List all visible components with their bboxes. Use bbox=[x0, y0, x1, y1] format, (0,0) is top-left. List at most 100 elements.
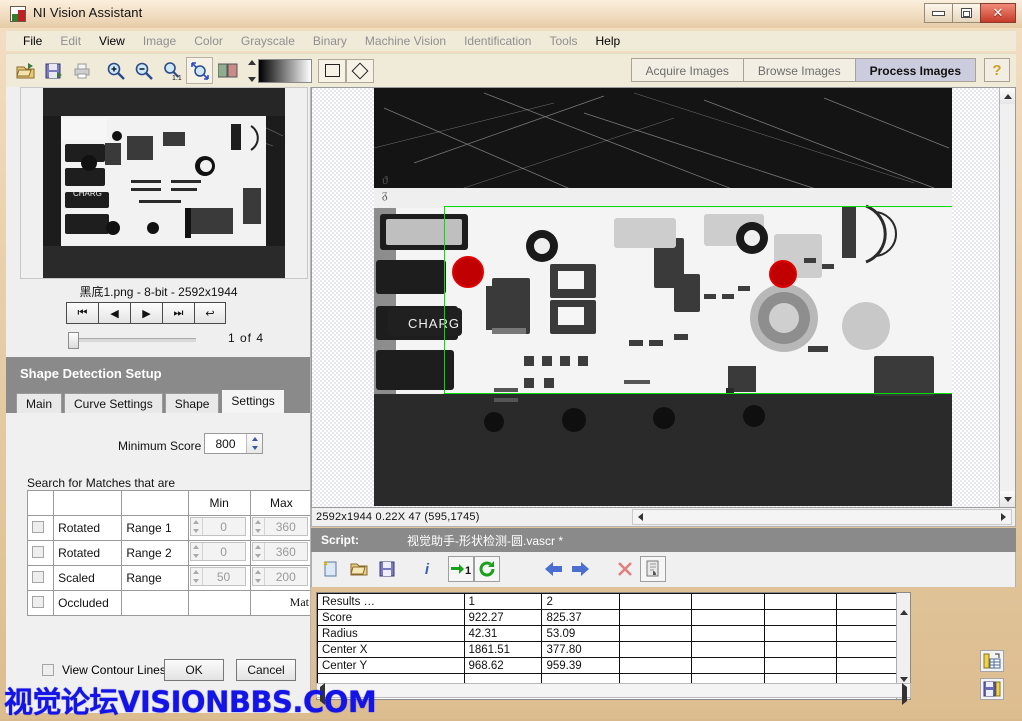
view-contour-row[interactable]: View Contour Lines bbox=[42, 663, 166, 677]
zoom-out-icon[interactable] bbox=[130, 57, 157, 84]
menu-color[interactable]: Color bbox=[185, 32, 232, 50]
minimum-score-stepper[interactable] bbox=[246, 434, 262, 453]
checkbox-icon[interactable] bbox=[32, 570, 44, 583]
zoom-fit-icon[interactable] bbox=[186, 57, 213, 84]
image-position-slider[interactable] bbox=[68, 332, 196, 349]
delete-step-icon[interactable] bbox=[612, 556, 638, 582]
canvas-horizontal-scrollbar[interactable] bbox=[632, 509, 1012, 525]
occluded-checkbox-cell[interactable] bbox=[26, 590, 55, 616]
rotated2-min-cell[interactable]: 0 bbox=[187, 540, 251, 566]
tab-browse-images[interactable]: Browse Images bbox=[742, 58, 855, 82]
results-scroll-up[interactable] bbox=[900, 596, 908, 615]
processed-image[interactable]: ϑ ᵹ CHARG bbox=[374, 88, 952, 506]
rotated2-max-cell[interactable]: 360 bbox=[249, 540, 310, 566]
scroll-left-button[interactable] bbox=[633, 510, 648, 524]
scaled-min-cell[interactable]: 50 bbox=[187, 565, 251, 591]
rotated1-range: Range 1 bbox=[121, 515, 189, 541]
tab-shape[interactable]: Shape bbox=[164, 393, 220, 413]
rotated2-checkbox-cell[interactable] bbox=[26, 540, 55, 566]
help-button[interactable]: ? bbox=[984, 58, 1010, 82]
rotated1-min-cell[interactable]: 0 bbox=[187, 515, 251, 541]
menu-grayscale[interactable]: Grayscale bbox=[232, 32, 304, 50]
checkbox-icon[interactable] bbox=[32, 520, 44, 533]
rotated-rectangle-tool[interactable] bbox=[346, 58, 374, 83]
rotated2-min-stepper[interactable] bbox=[191, 543, 203, 560]
print-icon[interactable] bbox=[68, 57, 95, 84]
image-canvas[interactable]: ϑ ᵹ CHARG bbox=[311, 87, 1016, 508]
menu-binary[interactable]: Binary bbox=[304, 32, 356, 50]
results-horizontal-scrollbar[interactable] bbox=[316, 683, 911, 705]
close-button[interactable]: ✕ bbox=[980, 3, 1016, 23]
menu-edit[interactable]: Edit bbox=[51, 32, 90, 50]
checkbox-icon[interactable] bbox=[42, 664, 54, 676]
menu-view[interactable]: View bbox=[90, 32, 134, 50]
scaled-checkbox-cell[interactable] bbox=[26, 565, 55, 591]
minimum-score-input[interactable]: 800 bbox=[204, 433, 263, 454]
scaled-min-input[interactable]: 50 bbox=[189, 567, 246, 586]
scaled-name: Scaled bbox=[53, 565, 123, 591]
rotated1-checkbox-cell[interactable] bbox=[26, 515, 55, 541]
rotated2-max-stepper[interactable] bbox=[253, 543, 265, 560]
info-icon[interactable]: i bbox=[414, 556, 440, 582]
lut-stepper[interactable] bbox=[248, 59, 256, 82]
menu-help[interactable]: Help bbox=[587, 32, 630, 50]
ok-button[interactable]: OK bbox=[164, 659, 224, 681]
minimize-button[interactable] bbox=[924, 3, 952, 23]
scroll-right-button[interactable] bbox=[996, 510, 1011, 524]
menu-identification[interactable]: Identification bbox=[455, 32, 540, 50]
roi-rectangle[interactable] bbox=[444, 206, 952, 394]
scaled-max-cell[interactable]: 200 bbox=[249, 565, 310, 591]
new-script-icon[interactable] bbox=[318, 556, 344, 582]
rotated1-min-input[interactable]: 0 bbox=[189, 517, 246, 536]
zoom-1to1-icon[interactable]: 1:1 bbox=[158, 57, 185, 84]
scroll-up-button[interactable] bbox=[1000, 88, 1015, 104]
rotated1-max-stepper[interactable] bbox=[253, 518, 265, 535]
image-thumbnail[interactable]: CHARG bbox=[20, 87, 308, 279]
tab-acquire-images[interactable]: Acquire Images bbox=[630, 58, 743, 82]
scaled-max-input[interactable]: 200 bbox=[251, 567, 308, 586]
rotated2-max-input[interactable]: 360 bbox=[251, 542, 308, 561]
tab-process-images[interactable]: Process Images bbox=[854, 58, 976, 82]
step-back-icon[interactable] bbox=[540, 556, 566, 582]
tab-settings[interactable]: Settings bbox=[221, 389, 285, 413]
canvas-vertical-scrollbar[interactable] bbox=[999, 88, 1015, 507]
rotated1-min-stepper[interactable] bbox=[191, 518, 203, 535]
zoom-in-icon[interactable] bbox=[102, 57, 129, 84]
tab-main[interactable]: Main bbox=[16, 393, 63, 413]
last-image-button[interactable]: ⏭ bbox=[162, 302, 194, 324]
checkbox-icon[interactable] bbox=[32, 595, 44, 608]
open-image-icon[interactable] bbox=[12, 57, 39, 84]
maximize-button[interactable] bbox=[952, 3, 980, 23]
image-pair-icon[interactable] bbox=[214, 57, 241, 84]
copy-step-icon[interactable] bbox=[640, 556, 666, 582]
previous-image-button[interactable]: ◀ bbox=[98, 302, 130, 324]
save-script-icon[interactable] bbox=[374, 556, 400, 582]
next-image-button[interactable]: ▶ bbox=[130, 302, 162, 324]
run-once-icon[interactable]: 1 bbox=[448, 556, 474, 582]
scroll-down-button[interactable] bbox=[1000, 491, 1015, 507]
rotated2-min-input[interactable]: 0 bbox=[189, 542, 246, 561]
rectangle-tool[interactable] bbox=[318, 58, 346, 83]
cancel-button[interactable]: Cancel bbox=[236, 659, 296, 681]
scaled-min-stepper[interactable] bbox=[191, 568, 203, 585]
save-measurements-icon[interactable] bbox=[980, 678, 1004, 700]
run-continuous-icon[interactable] bbox=[474, 556, 500, 582]
loop-image-button[interactable]: ↩ bbox=[194, 302, 226, 324]
save-image-icon[interactable] bbox=[40, 57, 67, 84]
lut-gradient-ramp[interactable] bbox=[258, 58, 312, 83]
slider-thumb[interactable] bbox=[68, 332, 79, 349]
results-scroll-right[interactable] bbox=[902, 683, 907, 705]
menu-tools[interactable]: Tools bbox=[540, 32, 586, 50]
export-table-icon[interactable] bbox=[980, 650, 1004, 672]
checkbox-icon[interactable] bbox=[32, 545, 44, 558]
open-script-icon[interactable] bbox=[346, 556, 372, 582]
rotated1-max-input[interactable]: 360 bbox=[251, 517, 308, 536]
tab-curve-settings[interactable]: Curve Settings bbox=[64, 393, 163, 413]
scaled-max-stepper[interactable] bbox=[253, 568, 265, 585]
rotated1-max-cell[interactable]: 360 bbox=[249, 515, 310, 541]
menu-file[interactable]: File bbox=[14, 32, 51, 50]
menu-machine-vision[interactable]: Machine Vision bbox=[356, 32, 455, 50]
first-image-button[interactable]: ⏮ bbox=[66, 302, 98, 324]
menu-image[interactable]: Image bbox=[134, 32, 185, 50]
step-forward-icon[interactable] bbox=[568, 556, 594, 582]
